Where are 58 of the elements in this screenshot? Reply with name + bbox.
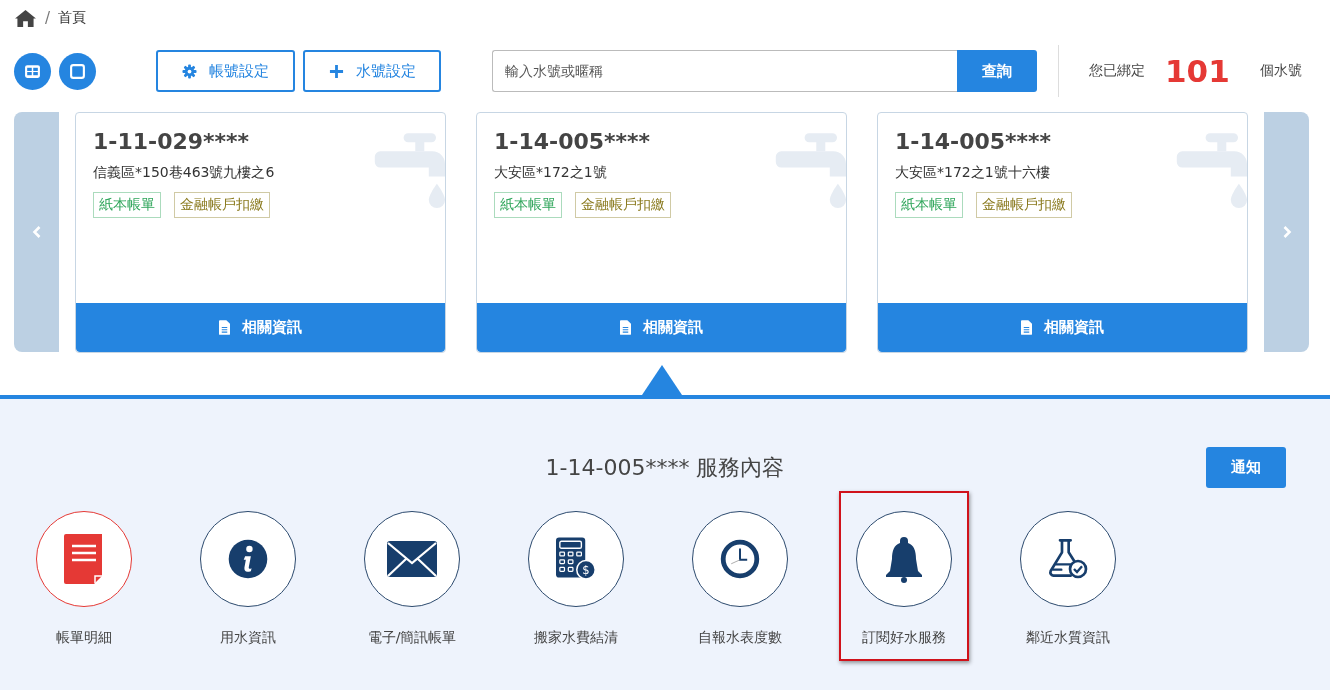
notify-button[interactable]: 通知: [1206, 447, 1286, 488]
billing-tag: 紙本帳單: [895, 192, 963, 218]
service-label: 電子/簡訊帳單: [367, 629, 457, 647]
service-title: 1-14-005**** 服務內容: [545, 454, 785, 482]
service-item[interactable]: 鄰近水質資訊: [1003, 491, 1133, 661]
account-number: 1-11-029****: [93, 129, 251, 154]
service-label: 用水資訊: [220, 629, 276, 647]
grid-view-button[interactable]: [14, 52, 51, 90]
billing-tag: 金融帳戶扣繳: [976, 192, 1072, 218]
search-button[interactable]: 查詢: [957, 50, 1037, 92]
gear-icon: [182, 63, 197, 79]
account-number: 1-14-005****: [895, 129, 1053, 154]
breadcrumb-separator: /: [45, 9, 51, 27]
billing-tag: 金融帳戶扣繳: [174, 192, 270, 218]
document-icon: [1021, 320, 1032, 335]
service-item[interactable]: 電子/簡訊帳單: [347, 491, 477, 661]
account-address: 大安區*172之1號十六樓: [895, 164, 1051, 182]
settings-button[interactable]: 水號設定: [303, 50, 441, 92]
related-info-button[interactable]: 相關資訊: [878, 303, 1247, 352]
account-address: 大安區*172之1號: [494, 164, 608, 182]
service-label: 自報水表度數: [698, 629, 782, 647]
chevron-left-icon: [31, 225, 42, 239]
document-icon: [219, 320, 230, 335]
home-icon[interactable]: [14, 8, 37, 28]
bell-icon: [884, 534, 924, 584]
service-item[interactable]: 訂閱好水服務: [839, 491, 969, 661]
grid-icon: [24, 62, 41, 80]
water-account-card[interactable]: 1-14-005**** 大安區*172之1號十六樓 紙本帳單 金融帳戶扣繳 相關資訊: [877, 112, 1248, 353]
settings-button[interactable]: 帳號設定: [156, 50, 295, 92]
account-number: 1-14-005****: [494, 129, 652, 154]
related-info-button[interactable]: 相關資訊: [477, 303, 846, 352]
document-icon: [620, 320, 631, 335]
billing-tag: 紙本帳單: [93, 192, 161, 218]
breadcrumb-item: 首頁: [58, 9, 87, 27]
service-item[interactable]: 自報水表度數: [675, 491, 805, 661]
service-label: 訂閱好水服務: [862, 629, 946, 647]
water-account-card[interactable]: 1-11-029**** 信義區*150巷463號九樓之6 紙本帳單 金融帳戶扣繳 相關資訊: [75, 112, 446, 353]
chevron-right-icon: [1281, 225, 1292, 239]
service-label: 帳單明細: [56, 629, 112, 647]
service-label: 搬家水費結清: [534, 629, 618, 647]
service-label: 鄰近水質資訊: [1026, 629, 1110, 647]
bound-unit: 個水號: [1259, 62, 1302, 80]
service-item[interactable]: 用水資訊: [183, 491, 313, 661]
bound-label: 您已綁定: [1089, 62, 1145, 80]
search-field[interactable]: 輸入水號或暱稱: [492, 50, 957, 92]
single-view-button[interactable]: [59, 52, 96, 90]
service-item[interactable]: 帳單明細: [19, 491, 149, 661]
plus-icon: [328, 63, 344, 79]
envelope-icon: [387, 541, 437, 577]
billing-tag: 紙本帳單: [494, 192, 562, 218]
square-icon: [69, 62, 86, 80]
related-info-button[interactable]: 相關資訊: [76, 303, 445, 352]
bound-count: 101: [1165, 53, 1230, 89]
billing-tag: 金融帳戶扣繳: [575, 192, 671, 218]
service-item[interactable]: $ 搬家水費結清: [511, 491, 641, 661]
water-account-card[interactable]: 1-14-005**** 大安區*172之1號 紙本帳單 金融帳戶扣繳 相關資訊: [476, 112, 847, 353]
bill-icon: [64, 534, 104, 584]
account-address: 信義區*150巷463號九樓之6: [93, 164, 276, 182]
